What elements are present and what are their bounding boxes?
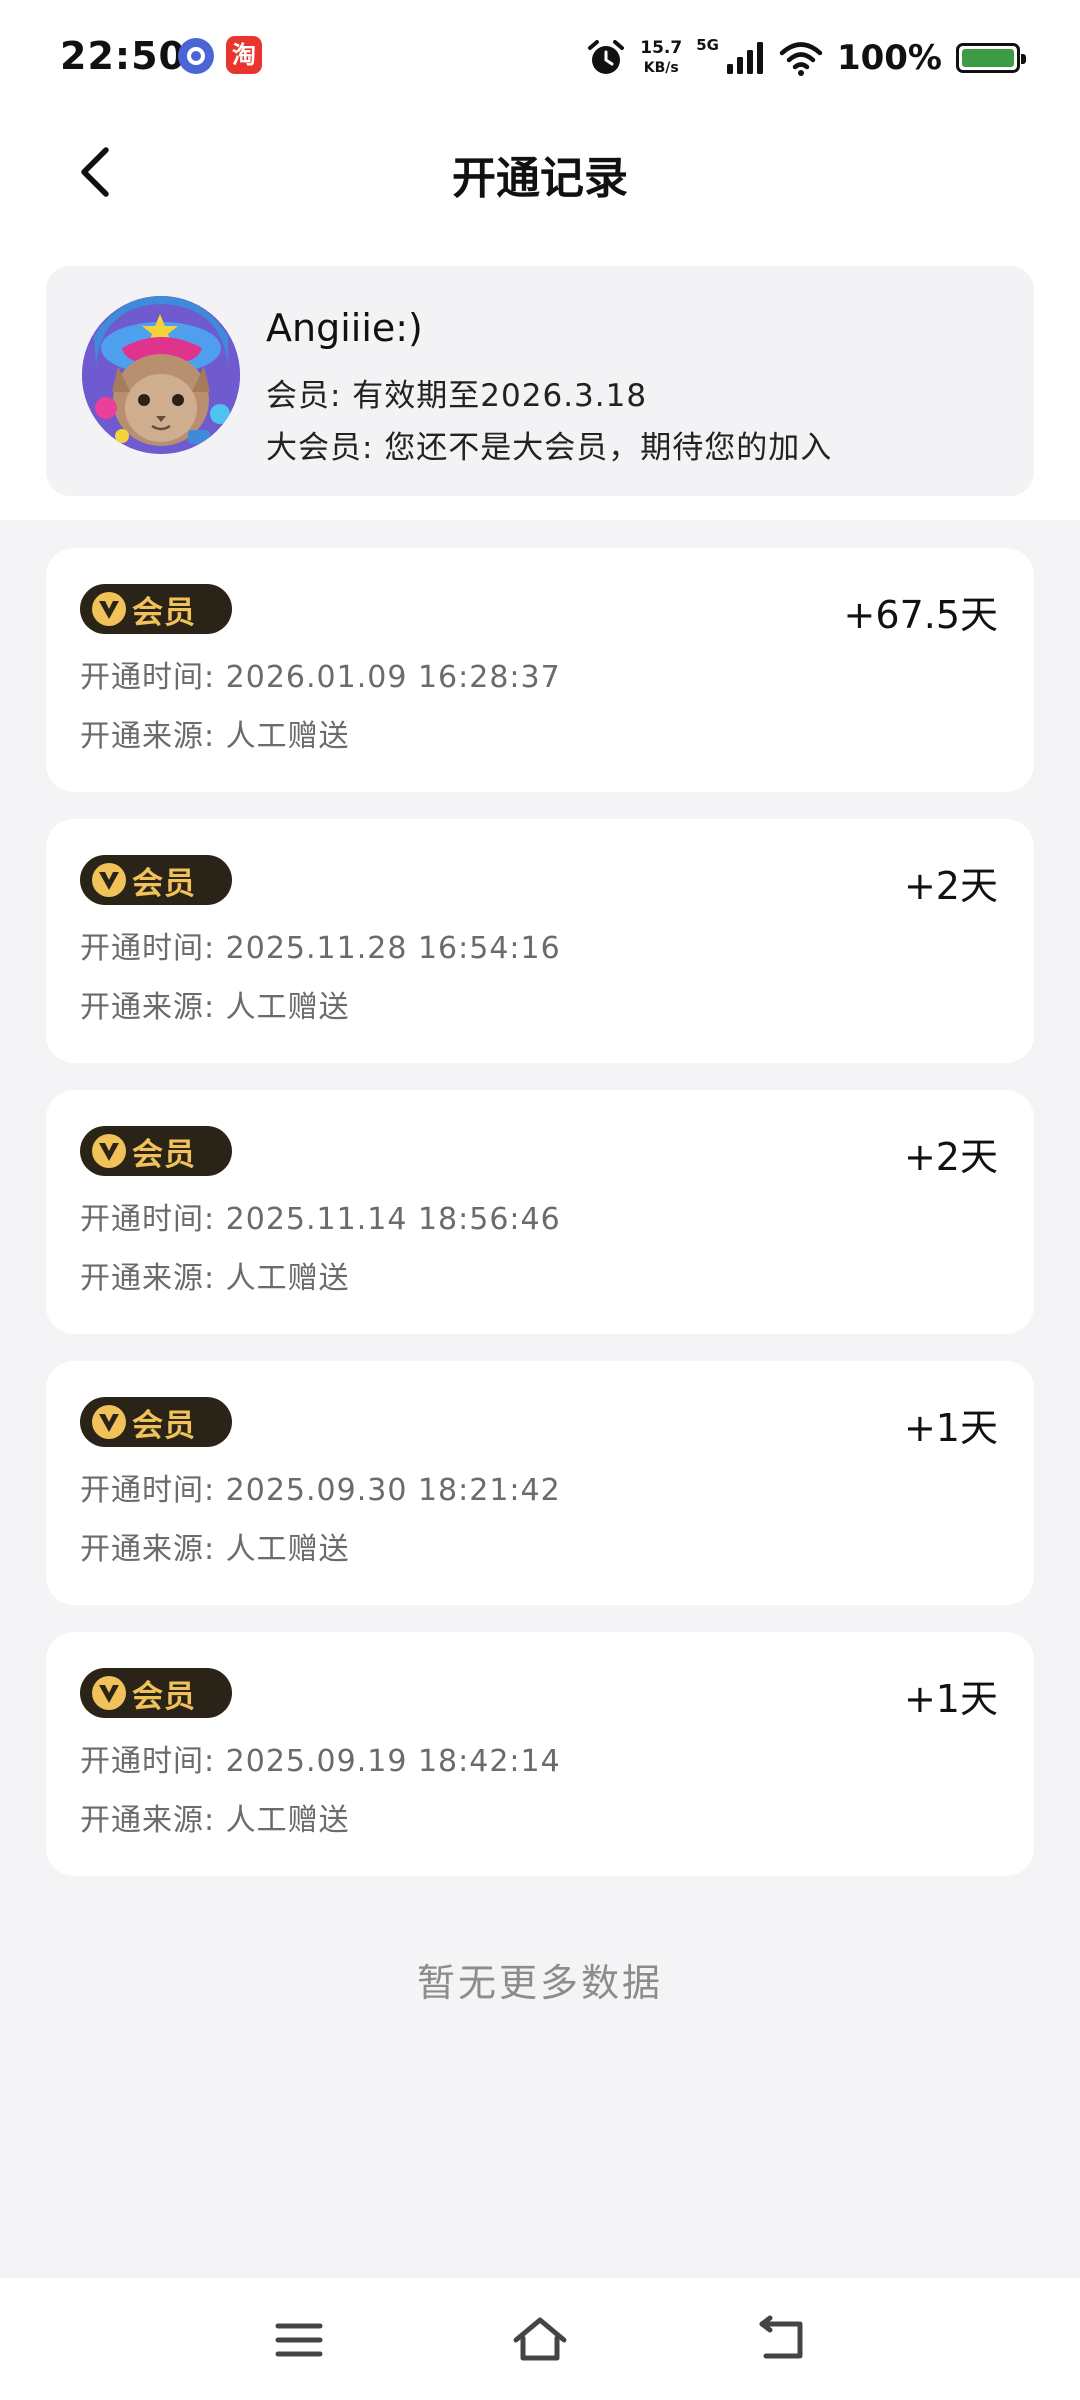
vip-badge-label: 会员 (132, 594, 196, 631)
vip-badge-label: 会员 (132, 865, 196, 902)
record-card: 会员 +2天 开通时间: 2025.11.28 16:54:16 开通来源: 人… (46, 819, 1034, 1063)
vip-badge: 会员 (80, 1668, 232, 1718)
vip-badge: 会员 (80, 1126, 232, 1176)
profile-name: Angiiie:) (266, 306, 423, 350)
record-card: 会员 +1天 开通时间: 2025.09.19 18:42:14 开通来源: 人… (46, 1632, 1034, 1876)
record-open-time: 开通时间: 2025.09.19 18:42:14 (80, 1744, 561, 1779)
status-time: 22:50 (60, 34, 186, 78)
wifi-icon (779, 42, 823, 76)
no-more-data-text: 暂无更多数据 (416, 1961, 663, 2005)
network-speed-unit: KB/s (643, 60, 679, 76)
vip-v-icon (92, 1676, 126, 1710)
home-icon (513, 2317, 567, 2361)
notification-app-icon (178, 38, 214, 74)
vip-badge-label: 会员 (132, 1407, 196, 1444)
nav-home-button[interactable] (510, 2314, 570, 2366)
vip-v-icon (92, 863, 126, 897)
record-open-time: 开通时间: 2025.11.28 16:54:16 (80, 931, 561, 966)
record-source: 开通来源: 人工赠送 (80, 719, 350, 754)
battery-percent: 100% (836, 38, 942, 78)
record-source: 开通来源: 人工赠送 (80, 1532, 350, 1567)
record-open-time: 开通时间: 2026.01.09 16:28:37 (80, 660, 561, 695)
network-speed-value: 15.7 (640, 38, 683, 58)
record-card: 会员 +2天 开通时间: 2025.11.14 18:56:46 开通来源: 人… (46, 1090, 1034, 1334)
record-amount: +2天 (903, 864, 998, 908)
profile-card: Angiiie:) 会员: 有效期至2026.3.18 大会员: 您还不是大会员… (46, 266, 1034, 496)
page-title: 开通记录 (452, 153, 628, 204)
taobao-app-icon: 淘 (226, 36, 262, 74)
vip-badge: 会员 (80, 855, 232, 905)
record-open-time: 开通时间: 2025.11.14 18:56:46 (80, 1202, 561, 1237)
avatar[interactable] (82, 296, 240, 454)
membership-expiry: 会员: 有效期至2026.3.18 (266, 378, 648, 414)
record-list: 会员 +67.5天 开通时间: 2026.01.09 16:28:37 开通来源… (46, 548, 1034, 1903)
record-amount: +1天 (903, 1677, 998, 1721)
record-source: 开通来源: 人工赠送 (80, 1803, 350, 1838)
battery-icon (956, 43, 1026, 73)
record-amount: +1天 (903, 1406, 998, 1450)
vip-v-icon (92, 592, 126, 626)
alarm-clock-icon (588, 40, 625, 74)
vip-v-icon (92, 1405, 126, 1439)
big-membership-status: 大会员: 您还不是大会员，期待您的加入 (266, 430, 833, 466)
record-amount: +67.5天 (843, 593, 998, 637)
network-type: 5G (696, 36, 719, 54)
nav-back-button[interactable] (752, 2314, 812, 2366)
vip-badge-label: 会员 (132, 1136, 196, 1173)
status-indicators: 15.7 KB/s 5G 100% (586, 30, 1026, 86)
status-bar: 22:50 淘 15.7 KB/s 5G 100% (0, 0, 1080, 115)
menu-icon (275, 2323, 323, 2357)
vip-badge: 会员 (80, 584, 232, 634)
vip-badge: 会员 (80, 1397, 232, 1447)
back-arrow-icon (759, 2315, 803, 2359)
network-speed: 15.7 KB/s (640, 38, 682, 78)
record-source: 开通来源: 人工赠送 (80, 990, 350, 1025)
vip-v-icon (92, 1134, 126, 1168)
record-source: 开通来源: 人工赠送 (80, 1261, 350, 1296)
system-nav-bar (0, 2278, 1080, 2400)
record-card: 会员 +1天 开通时间: 2025.09.30 18:21:42 开通来源: 人… (46, 1361, 1034, 1605)
page-header: 开通记录 (0, 120, 1080, 220)
record-open-time: 开通时间: 2025.09.30 18:21:42 (80, 1473, 561, 1508)
vip-badge-label: 会员 (132, 1678, 196, 1715)
record-amount: +2天 (903, 1135, 998, 1179)
nav-menu-button[interactable] (270, 2314, 330, 2366)
signal-bars-icon (726, 42, 763, 74)
record-card: 会员 +67.5天 开通时间: 2026.01.09 16:28:37 开通来源… (46, 548, 1034, 792)
